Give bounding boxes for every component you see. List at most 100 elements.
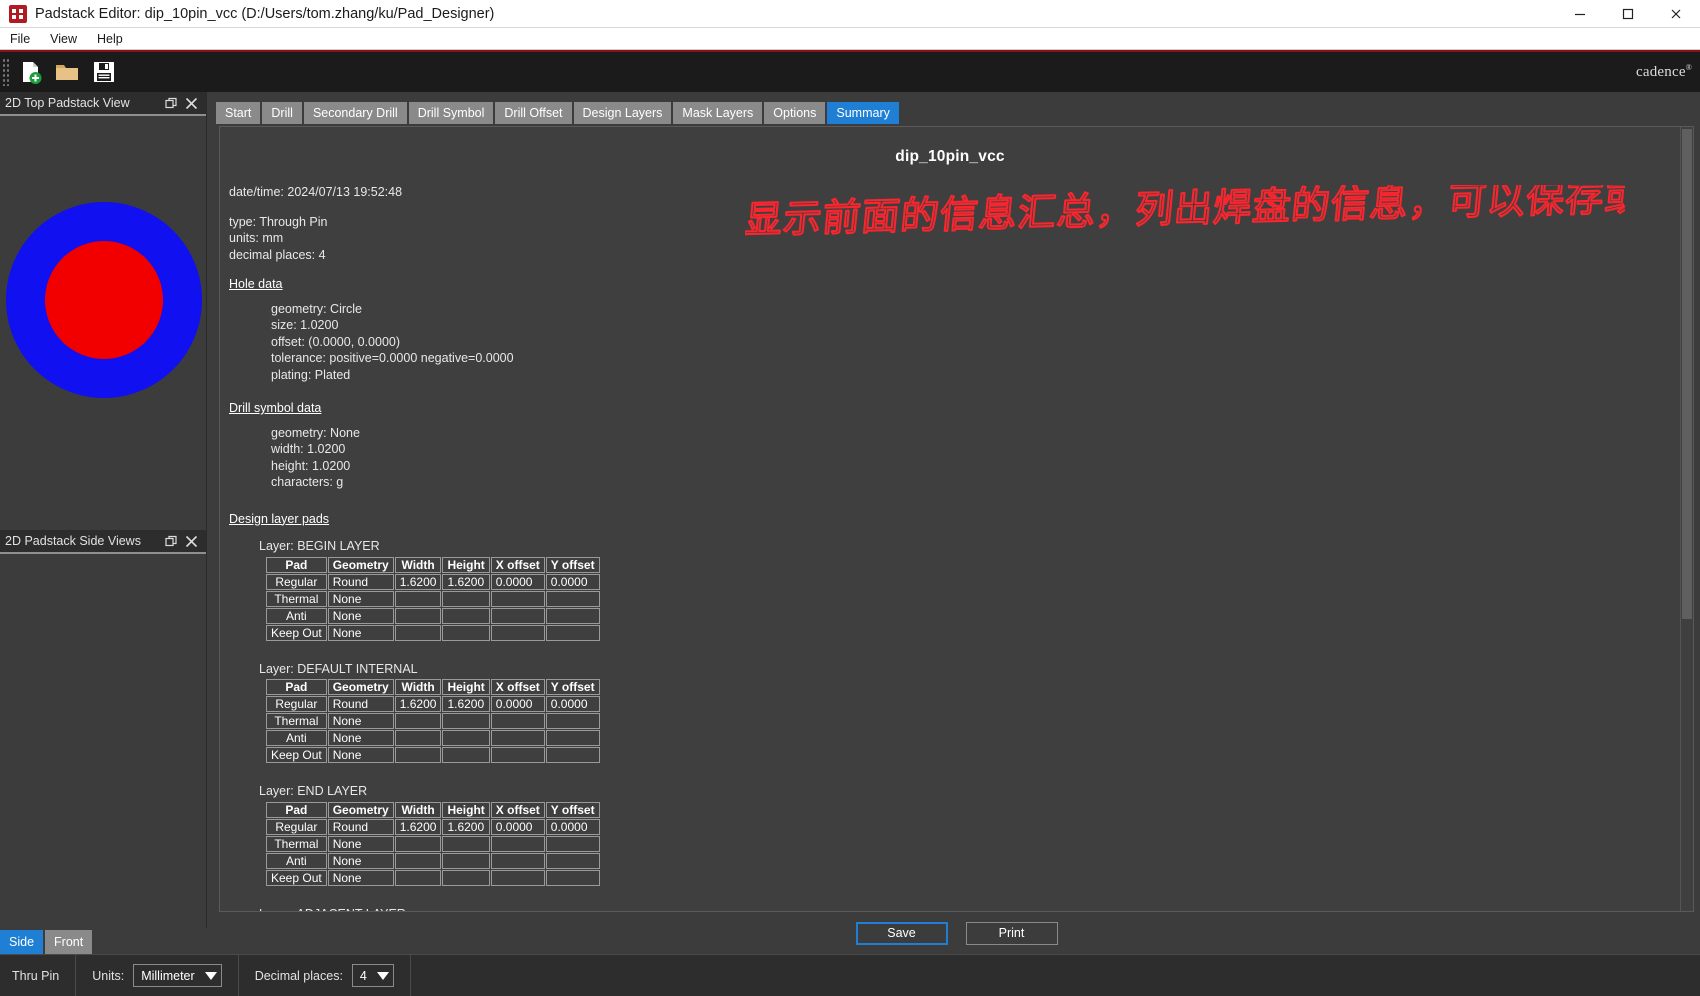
status-decimal-places: Decimal places: 4 [239,955,411,996]
table-cell [442,869,490,886]
tab-options[interactable]: Options [764,102,826,124]
side-views-header: 2D Padstack Side Views [0,530,206,554]
column-header-geometry: Geometry [327,679,394,695]
menu-item-view[interactable]: View [40,28,87,50]
menu-item-file[interactable]: File [0,28,40,50]
print-button[interactable]: Print [965,921,1058,945]
table-row: Anti None [266,607,600,624]
side-views-title: 2D Padstack Side Views [5,534,141,548]
menu-item-help[interactable]: Help [87,28,133,50]
table-cell: Keep Out [266,747,327,763]
summary-scrollbar-thumb[interactable] [1682,129,1692,619]
float-panel-icon[interactable] [165,97,178,110]
cadence-wordmark: cadence [1636,64,1686,80]
save-disk-icon[interactable] [87,55,121,89]
table-cell: None [327,624,394,641]
layer-table-block: Layer: END LAYER Pad Geometry Width Height X … [229,782,1680,887]
tab-drill-offset[interactable]: Drill Offset [495,102,572,124]
table-row: Keep Out None [266,747,600,763]
table-cell: Anti [266,607,327,624]
column-header-y-offset: Y offset [545,801,600,818]
summary-scrollbar[interactable] [1680,127,1693,911]
table-cell: None [327,713,394,729]
side-views-canvas[interactable]: Side Front [0,554,207,954]
table-cell [545,607,600,624]
top-padstack-view-canvas[interactable] [0,116,206,530]
table-row: Keep Out None [266,869,600,886]
pad-table: Pad Geometry Width Height X offset Y offset Re… [265,678,601,764]
close-icon[interactable] [185,97,198,110]
summary-units: units: mm [229,231,284,245]
main-area: Start Drill Secondary Drill Drill Symbol… [207,92,1700,954]
close-icon[interactable] [185,535,198,548]
pad-outer-circle [6,202,202,398]
layer-table-block: Layer: ADJACENT LAYERPadGeometryWidthHei… [229,905,1680,911]
table-cell [394,730,442,746]
table-cell: 1.6200 [394,573,442,590]
table-cell [394,590,442,607]
hole-size: size: 1.0200 [271,318,339,332]
tab-mask-layers[interactable]: Mask Layers [673,102,763,124]
tab-drill-symbol[interactable]: Drill Symbol [408,102,494,124]
column-header-x-offset: X offset [490,679,545,695]
design-layer-tables: Layer: BEGIN LAYER Pad Geometry Width Height… [229,537,1680,911]
open-folder-icon[interactable] [50,55,84,89]
save-button[interactable]: Save [855,921,948,945]
toolbar-grip[interactable] [2,58,10,86]
top-padstack-view-header: 2D Top Padstack View [0,92,206,116]
float-panel-icon[interactable] [165,535,178,548]
column-header-width: Width [394,679,442,695]
layer-label: Layer: END LAYER [259,784,368,798]
summary-title: dip_10pin_vcc [895,148,1005,165]
tab-start[interactable]: Start [216,102,261,124]
table-cell [545,624,600,641]
table-cell [545,747,600,763]
column-header-pad: Pad [266,679,327,695]
column-header-height: Height [442,679,490,695]
toolbar: cadence® [0,50,1700,92]
window-controls [1556,0,1700,27]
table-cell: 1.6200 [442,573,490,590]
tab-secondary-drill[interactable]: Secondary Drill [303,102,407,124]
table-cell: Regular [266,818,327,835]
tab-strip: Start Drill Secondary Drill Drill Symbol… [216,102,1694,124]
units-select[interactable]: Millimeter [133,964,222,987]
table-cell: 1.6200 [394,818,442,835]
table-cell: Regular [266,573,327,590]
table-cell: None [327,590,394,607]
new-file-icon[interactable] [13,55,47,89]
table-row: Thermal None [266,713,600,729]
body-area: 2D Top Padstack View 2D Padstack Side Vi… [0,92,1700,954]
layer-label: Layer: DEFAULT INTERNAL [259,661,418,676]
status-pin-type-label: Thru Pin [12,968,60,983]
drill-symbol-width: width: 1.0200 [271,442,346,456]
top-padstack-view-title: 2D Top Padstack View [5,96,130,110]
menu-bar: File View Help [0,28,1700,50]
table-cell [394,852,442,869]
table-cell: None [327,607,394,624]
table-cell [490,590,545,607]
hole-geometry: geometry: Circle [271,301,362,316]
decimal-places-select[interactable]: 4 [351,964,394,987]
hole-data-heading: Hole data [229,277,283,291]
tab-drill[interactable]: Drill [262,102,302,124]
table-cell: Anti [266,730,327,746]
table-cell: Anti [266,852,327,869]
minimize-icon[interactable] [1556,0,1604,27]
table-header-row: Pad Geometry Width Height X offset Y offset [266,679,600,695]
maximize-icon[interactable] [1604,0,1652,27]
summary-type: type: Through Pin [229,214,328,229]
tab-design-layers[interactable]: Design Layers [573,102,672,124]
action-button-bar: Save Print [219,912,1694,954]
side-view-tab-front[interactable]: Front [45,930,93,954]
tab-summary[interactable]: Summary [827,102,899,124]
layer-table-block: Layer: BEGIN LAYER Pad Geometry Width Height… [229,537,1680,642]
drill-symbol-characters: characters: g [271,475,344,489]
table-cell [490,624,545,641]
summary-decimal-places: decimal places: 4 [229,247,326,262]
table-cell: Round [327,818,394,835]
side-view-tab-side[interactable]: Side [0,930,44,954]
decimal-places-label: Decimal places: [254,968,343,983]
table-cell: 0.0000 [545,696,600,712]
close-icon[interactable] [1652,0,1700,27]
